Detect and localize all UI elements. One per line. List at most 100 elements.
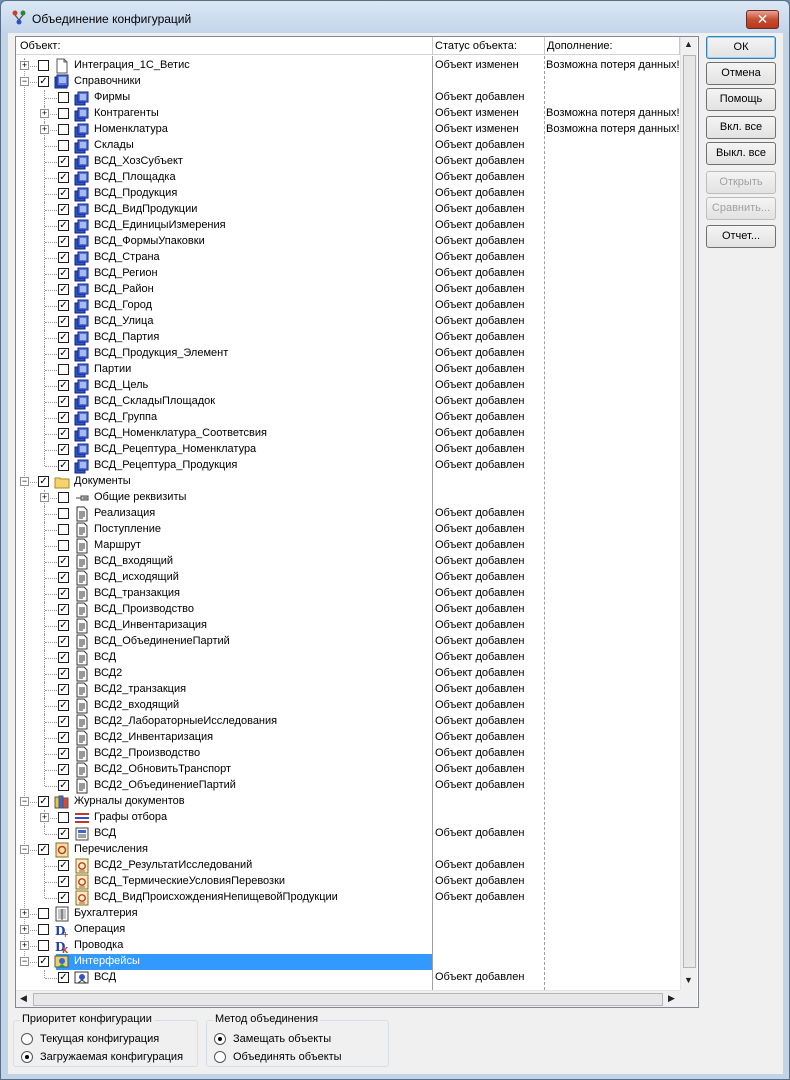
collapse-icon[interactable]: − (20, 957, 29, 966)
include-checkbox[interactable] (58, 124, 69, 135)
tree-row[interactable]: ✓ ВСД_Номенклатура_Соответсвия Объект доба… (16, 426, 680, 442)
tree-item-name[interactable]: ВСД_Инвентаризация (94, 619, 207, 631)
tree-item-name[interactable]: ВСД_ХозСубъект (94, 155, 183, 167)
expand-icon[interactable]: + (40, 109, 49, 118)
tree-item-name[interactable]: Партии (94, 363, 131, 375)
tree-row[interactable]: + Бухгалтерия (16, 906, 680, 922)
include-checkbox[interactable]: ✓ (58, 428, 69, 439)
include-checkbox[interactable]: ✓ (58, 252, 69, 263)
tree-row[interactable]: ✓ ВСД_Страна Объект добавлен (16, 250, 680, 266)
include-checkbox[interactable]: ✓ (58, 860, 69, 871)
tree-row[interactable]: ✓ ВСД_Регион Объект добавлен (16, 266, 680, 282)
tree-row[interactable]: ✓ ВСД_СкладыПлощадок Объект добавлен (16, 394, 680, 410)
horizontal-scroll-thumb[interactable] (33, 993, 663, 1006)
include-checkbox[interactable]: ✓ (58, 684, 69, 695)
include-checkbox[interactable]: ✓ (38, 796, 49, 807)
tree-item-name[interactable]: ВСД2_Инвентаризация (94, 731, 213, 743)
include-checkbox[interactable]: ✓ (58, 300, 69, 311)
tree-item-name[interactable]: ВСД_исходящий (94, 571, 179, 583)
include-checkbox[interactable] (58, 540, 69, 551)
include-checkbox[interactable]: ✓ (58, 764, 69, 775)
tree-item-name[interactable]: ВСД2_РезультатИсследований (94, 859, 252, 871)
include-checkbox[interactable] (38, 60, 49, 71)
tree-row[interactable]: Реализация Объект добавлен (16, 506, 680, 522)
collapse-icon[interactable]: − (20, 845, 29, 854)
include-checkbox[interactable]: ✓ (58, 348, 69, 359)
tree-row[interactable]: − ✓ Перечисления (16, 842, 680, 858)
include-checkbox[interactable]: ✓ (58, 284, 69, 295)
tree-item-name[interactable]: ВСД_Цель (94, 379, 148, 391)
tree-item-name[interactable]: ВСД_Партия (94, 331, 159, 343)
tree-item-name[interactable]: ВСД_Производство (94, 603, 194, 615)
tree-item-name[interactable]: ВСД_ВидПроисхожденияНепищевойПродукции (94, 891, 338, 903)
include-checkbox[interactable] (58, 92, 69, 103)
tree-row[interactable]: ✓ ВСД Объект добавлен (16, 970, 680, 986)
tree-row[interactable]: + Графы отбора (16, 810, 680, 826)
tree-row[interactable]: ✓ ВСД2_транзакция Объект добавлен (16, 682, 680, 698)
tree-row[interactable]: ✓ ВСД Объект добавлен (16, 650, 680, 666)
tree-item-name[interactable]: ВСД_Площадка (94, 171, 176, 183)
tree-row[interactable]: − ✓ Документы (16, 474, 680, 490)
radio-current-config[interactable] (21, 1033, 33, 1045)
tree-row[interactable]: ✓ ВСД_Район Объект добавлен (16, 282, 680, 298)
tree-item-name[interactable]: Операция (74, 923, 125, 935)
tree-item-name[interactable]: ВСД_Улица (94, 315, 153, 327)
include-checkbox[interactable]: ✓ (58, 876, 69, 887)
tree-row[interactable]: Партии Объект добавлен (16, 362, 680, 378)
tree-item-name[interactable]: Проводка (74, 939, 123, 951)
tree-item-name[interactable]: ВСД_Продукция (94, 187, 177, 199)
include-checkbox[interactable]: ✓ (58, 412, 69, 423)
tree-row[interactable]: ✓ ВСД_ХозСубъект Объект добавлен (16, 154, 680, 170)
tree-row[interactable]: ✓ ВСД_исходящий Объект добавлен (16, 570, 680, 586)
include-checkbox[interactable]: ✓ (58, 172, 69, 183)
tree-item-name[interactable]: ВСД2 (94, 667, 122, 679)
tree-row[interactable]: ✓ ВСД_Группа Объект добавлен (16, 410, 680, 426)
tree-item-name[interactable]: Интерфейсы (74, 955, 140, 967)
include-checkbox[interactable]: ✓ (58, 268, 69, 279)
include-checkbox[interactable]: ✓ (58, 716, 69, 727)
tree-row[interactable]: ✓ ВСД_Продукция_Элемент Объект добавлен (16, 346, 680, 362)
tree-item-name[interactable]: Журналы документов (74, 795, 185, 807)
tree-row[interactable]: ✓ ВСД_Город Объект добавлен (16, 298, 680, 314)
tree-item-name[interactable]: ВСД_транзакция (94, 587, 180, 599)
tree-row[interactable]: ✓ ВСД2_ОбъединениеПартий Объект добавлен (16, 778, 680, 794)
tree-item-name[interactable]: ВСД2_ОбъединениеПартий (94, 779, 236, 791)
tree-item-name[interactable]: ВСД_Страна (94, 251, 160, 263)
include-checkbox[interactable] (58, 812, 69, 823)
include-checkbox[interactable]: ✓ (58, 972, 69, 983)
scroll-left-icon[interactable]: ◀ (20, 993, 27, 1004)
tree-row[interactable]: + Общие реквизиты (16, 490, 680, 506)
tree-row[interactable]: ✓ ВСД2_Производство Объект добавлен (16, 746, 680, 762)
include-checkbox[interactable]: ✓ (58, 668, 69, 679)
include-checkbox[interactable] (38, 924, 49, 935)
title-bar[interactable]: Объединение конфигураций ✕ (1, 1, 789, 33)
close-button[interactable]: ✕ (746, 10, 779, 29)
compare-button[interactable]: Сравнить... (706, 197, 776, 220)
tree-row[interactable]: ✓ ВСД_входящий Объект добавлен (16, 554, 680, 570)
tree-item-name[interactable]: ВСД2_Производство (94, 747, 200, 759)
tree-row[interactable]: ✓ ВСД Объект добавлен (16, 826, 680, 842)
radio-loaded-config[interactable] (21, 1051, 33, 1063)
tree-item-name[interactable]: ВСД2_ОбновитьТранспорт (94, 763, 231, 775)
expand-icon[interactable]: + (20, 909, 29, 918)
include-checkbox[interactable]: ✓ (58, 780, 69, 791)
include-checkbox[interactable] (38, 940, 49, 951)
radio-replace-objects[interactable] (214, 1033, 226, 1045)
include-checkbox[interactable]: ✓ (58, 588, 69, 599)
include-checkbox[interactable]: ✓ (58, 236, 69, 247)
include-checkbox[interactable]: ✓ (58, 396, 69, 407)
include-checkbox[interactable] (58, 492, 69, 503)
tree-item-name[interactable]: Реализация (94, 507, 155, 519)
tree-row[interactable]: ✓ ВСД2_входящий Объект добавлен (16, 698, 680, 714)
cancel-button[interactable]: Отмена (706, 62, 776, 85)
expand-icon[interactable]: + (40, 813, 49, 822)
tree-item-name[interactable]: ВСД2_входящий (94, 699, 179, 711)
tree-row[interactable]: ✓ ВСД_ТермическиеУсловияПеревозки Объект д… (16, 874, 680, 890)
include-checkbox[interactable]: ✓ (58, 652, 69, 663)
radio-current-config-label[interactable]: Текущая конфигурация (40, 1033, 159, 1045)
tree-row[interactable]: ✓ ВСД_ВидПроисхожденияНепищевойПродукции О… (16, 890, 680, 906)
include-checkbox[interactable]: ✓ (58, 220, 69, 231)
tree-item-name[interactable]: Склады (94, 139, 134, 151)
tree-row[interactable]: ✓ ВСД2_РезультатИсследований Объект добавл… (16, 858, 680, 874)
collapse-icon[interactable]: − (20, 477, 29, 486)
